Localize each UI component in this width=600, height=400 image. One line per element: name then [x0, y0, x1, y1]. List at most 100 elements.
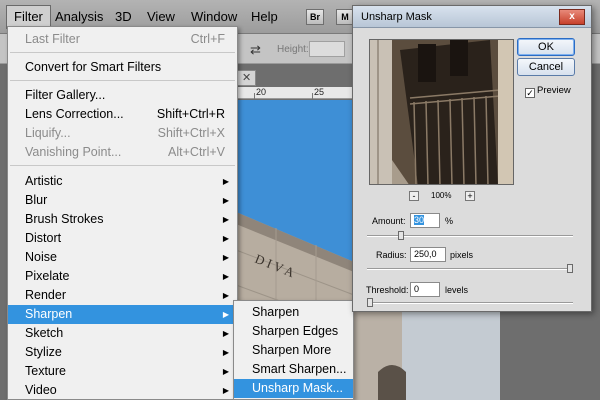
threshold-slider-track[interactable] — [367, 302, 573, 304]
submenu-arrow-icon: ▶ — [222, 310, 229, 319]
radius-value: 250,0 — [414, 249, 437, 259]
amount-slider-thumb[interactable] — [398, 231, 404, 240]
unsharp-mask-dialog: Unsharp Mask x - 100% + OK Cancel ✓ Prev… — [352, 5, 592, 312]
preview-label: Preview — [537, 85, 571, 96]
menu-item-label: Liquify... — [25, 126, 71, 140]
submenu-arrow-icon: ▶ — [222, 234, 229, 243]
radius-input[interactable]: 250,0 — [410, 247, 446, 262]
submenu-arrow-icon: ▶ — [222, 272, 229, 281]
height-field[interactable] — [309, 41, 345, 57]
menu-item-label: Filter Gallery... — [25, 88, 106, 102]
ok-button[interactable]: OK — [517, 38, 575, 56]
zoom-out-button[interactable]: - — [409, 191, 419, 201]
menu-item-render[interactable]: Render ▶ — [8, 286, 237, 305]
radius-slider-track[interactable] — [367, 268, 573, 270]
cancel-button[interactable]: Cancel — [517, 58, 575, 76]
amount-unit: % — [445, 216, 454, 226]
submenu-arrow-icon: ▶ — [222, 348, 229, 357]
menu-item-label: Render — [25, 288, 66, 302]
menu-item-label: Sharpen — [25, 307, 73, 321]
menu-separator — [10, 80, 235, 81]
dialog-titlebar[interactable]: Unsharp Mask x — [353, 6, 591, 28]
menu-item-convert-smart-filters[interactable]: Convert for Smart Filters — [8, 58, 237, 77]
zoom-in-button[interactable]: + — [465, 191, 475, 201]
menu-item-label: Sketch — [25, 326, 64, 340]
submenu-item-unsharp-mask[interactable]: Unsharp Mask... — [234, 379, 353, 398]
radius-unit: pixels — [450, 250, 474, 260]
menu-item-label: Noise — [25, 250, 57, 264]
menu-item-brush-strokes[interactable]: Brush Strokes ▶ — [8, 210, 237, 229]
submenu-arrow-icon: ▶ — [222, 253, 229, 262]
menu-item-label: Blur — [25, 193, 48, 207]
radius-slider-thumb[interactable] — [567, 264, 573, 273]
menu-item-label: Last Filter — [25, 32, 80, 46]
preview-image — [370, 40, 513, 184]
menu-help[interactable]: Help — [244, 5, 285, 29]
swap-icon[interactable]: ⇄ — [250, 42, 261, 58]
menu-item-blur[interactable]: Blur ▶ — [8, 191, 237, 210]
dialog-title: Unsharp Mask — [361, 11, 432, 23]
threshold-input[interactable]: 0 — [410, 282, 440, 297]
menu-separator — [10, 52, 235, 53]
sharpen-submenu: Sharpen Sharpen Edges Sharpen More Smart… — [233, 300, 354, 400]
shortcut-label: Alt+Ctrl+V — [168, 145, 225, 159]
filter-menu: Last Filter Ctrl+F Convert for Smart Fil… — [7, 26, 238, 400]
menu-item-distort[interactable]: Distort ▶ — [8, 229, 237, 248]
submenu-item-smart-sharpen[interactable]: Smart Sharpen... — [234, 360, 353, 379]
menu-item-noise[interactable]: Noise ▶ — [8, 248, 237, 267]
amount-input[interactable]: 30 — [410, 213, 440, 228]
menu-item-label: Video — [25, 383, 57, 397]
submenu-arrow-icon: ▶ — [222, 386, 229, 395]
menu-item-pixelate[interactable]: Pixelate ▶ — [8, 267, 237, 286]
amount-value: 30 — [414, 215, 425, 225]
menu-item-texture[interactable]: Texture ▶ — [8, 362, 237, 381]
submenu-item-sharpen-more[interactable]: Sharpen More — [234, 341, 353, 360]
menu-item-lens-correction[interactable]: Lens Correction... Shift+Ctrl+R — [8, 105, 237, 124]
ruler-tick — [312, 93, 313, 99]
menu-item-last-filter[interactable]: Last Filter Ctrl+F — [8, 30, 237, 49]
dialog-close-button[interactable]: x — [559, 9, 585, 25]
radius-label: Radius: — [376, 250, 407, 260]
threshold-slider-thumb[interactable] — [367, 298, 373, 307]
menu-item-label: Pixelate — [25, 269, 70, 283]
shortcut-label: Shift+Ctrl+X — [157, 126, 225, 140]
threshold-label: Threshold: — [366, 285, 409, 295]
submenu-item-sharpen[interactable]: Sharpen — [234, 303, 353, 322]
menu-item-label: Convert for Smart Filters — [25, 60, 162, 74]
menu-item-artistic[interactable]: Artistic ▶ — [8, 172, 237, 191]
ruler-label: 20 — [256, 87, 267, 97]
height-label: Height: — [277, 44, 309, 55]
menu-item-filter-gallery[interactable]: Filter Gallery... — [8, 86, 237, 105]
menu-item-sketch[interactable]: Sketch ▶ — [8, 324, 237, 343]
menu-item-sharpen[interactable]: Sharpen ▶ — [8, 305, 237, 324]
menu-item-liquify[interactable]: Liquify... Shift+Ctrl+X — [8, 124, 237, 143]
preview-checkbox[interactable]: ✓ — [525, 88, 535, 98]
submenu-arrow-icon: ▶ — [222, 196, 229, 205]
menu-item-label: Texture — [25, 364, 66, 378]
ruler-tick — [254, 93, 255, 99]
menu-item-label: Stylize — [25, 345, 62, 359]
submenu-item-sharpen-edges[interactable]: Sharpen Edges — [234, 322, 353, 341]
submenu-arrow-icon: ▶ — [222, 177, 229, 186]
ruler-label: 25 — [314, 87, 325, 97]
shortcut-label: Ctrl+F — [190, 32, 225, 46]
menu-item-label: Brush Strokes — [25, 212, 104, 226]
menu-item-label: Distort — [25, 231, 62, 245]
preview-window[interactable] — [369, 39, 514, 185]
close-icon[interactable]: ✕ — [242, 71, 251, 84]
menu-item-label: Vanishing Point... — [25, 145, 122, 159]
menu-separator — [10, 165, 235, 166]
threshold-unit: levels — [445, 285, 469, 295]
menu-item-stylize[interactable]: Stylize ▶ — [8, 343, 237, 362]
shortcut-label: Shift+Ctrl+R — [156, 107, 225, 121]
zoom-level: 100% — [431, 191, 452, 200]
menu-item-label: Artistic — [25, 174, 63, 188]
amount-label: Amount: — [372, 216, 406, 226]
submenu-arrow-icon: ▶ — [222, 215, 229, 224]
threshold-value: 0 — [414, 284, 420, 294]
menu-item-label: Lens Correction... — [25, 107, 124, 121]
bridge-button[interactable]: Br — [306, 9, 324, 25]
menu-item-vanishing-point[interactable]: Vanishing Point... Alt+Ctrl+V — [8, 143, 237, 162]
submenu-arrow-icon: ▶ — [222, 367, 229, 376]
menu-item-video[interactable]: Video ▶ — [8, 381, 237, 400]
